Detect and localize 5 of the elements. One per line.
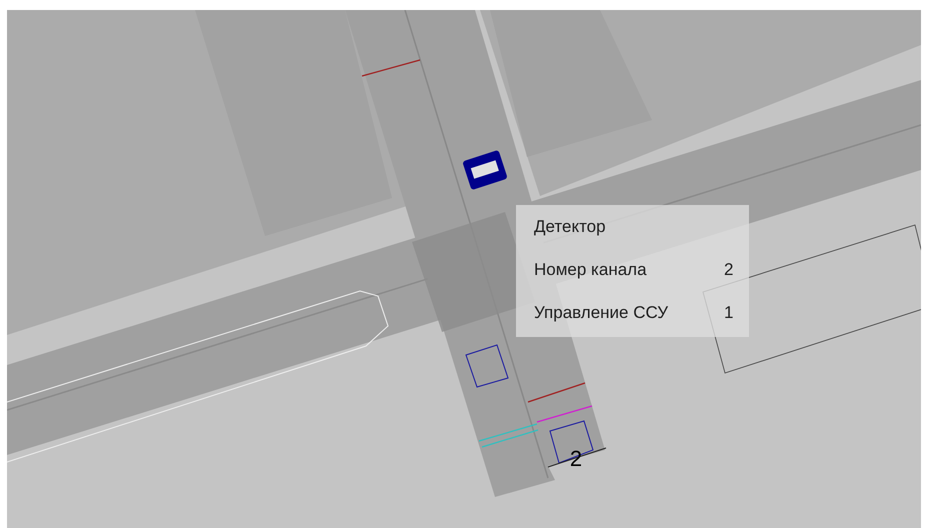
- property-value: 2: [723, 259, 734, 281]
- property-value: 1: [723, 302, 734, 324]
- tooltip-title: Детектор: [534, 216, 607, 238]
- property-label: Управление ССУ: [534, 302, 670, 324]
- property-label: Номер канала: [534, 259, 648, 281]
